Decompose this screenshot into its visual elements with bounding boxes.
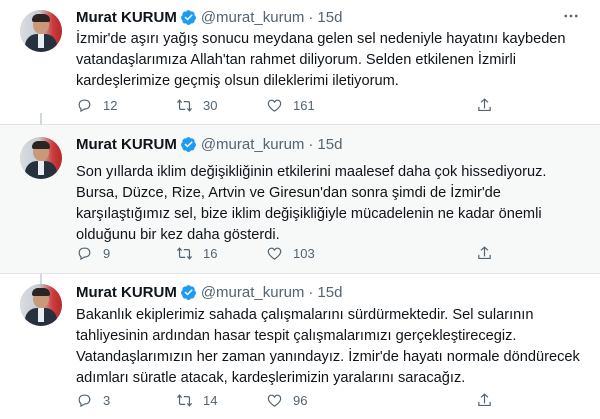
verified-badge-icon bbox=[180, 284, 197, 301]
tweet-text-line: Vatandaşlarımızın her zaman yanındayız. … bbox=[76, 349, 580, 365]
verified-badge-icon bbox=[180, 136, 197, 153]
tweet-actions: 9 16 103 bbox=[76, 244, 576, 262]
reply-button[interactable]: 12 bbox=[76, 96, 117, 114]
like-count: 161 bbox=[293, 97, 315, 113]
like-button[interactable]: 103 bbox=[266, 244, 315, 262]
reply-count: 3 bbox=[103, 392, 111, 408]
share-icon bbox=[478, 97, 491, 111]
tweet-text-line: vatandaşlarımıza Allah'tan rahmet diliyo… bbox=[76, 52, 516, 68]
tweet-thread: Murat KURUM @murat_kurum · 15d İzmir'de … bbox=[0, 0, 600, 419]
verified-badge-icon bbox=[180, 9, 197, 26]
thread-connector bbox=[40, 113, 42, 125]
tweet-text-line: olduğunu bir kez daha gösterdi. bbox=[76, 227, 280, 243]
separator-dot: · bbox=[308, 135, 314, 153]
tweet-2[interactable]: Murat KURUM @murat_kurum · 15d Son yılla… bbox=[0, 113, 600, 274]
retweet-button[interactable]: 16 bbox=[176, 244, 217, 262]
retweet-icon bbox=[176, 246, 193, 260]
author-name[interactable]: Murat KURUM bbox=[76, 9, 177, 26]
tweet-text-line: kardeşlerimize geçmiş olsun dileklerimi … bbox=[76, 73, 399, 89]
tweet-header: Murat KURUM @murat_kurum · 15d bbox=[76, 134, 342, 154]
author-handle[interactable]: @murat_kurum bbox=[201, 284, 305, 301]
tweet-timestamp[interactable]: 15d bbox=[317, 284, 342, 301]
reply-count: 9 bbox=[103, 245, 111, 261]
tweet-header: Murat KURUM @murat_kurum · 15d bbox=[76, 282, 342, 302]
retweet-count: 30 bbox=[203, 97, 218, 113]
tweet-text-line: İzmir'de aşırı yağış sonucu meydana gele… bbox=[76, 31, 566, 47]
tweet-timestamp[interactable]: 15d bbox=[317, 136, 342, 153]
tweet-actions: 3 14 96 bbox=[76, 391, 576, 409]
like-count: 96 bbox=[293, 392, 308, 408]
tweet-text-line: adımları süratle atacak, kardeşlerimizin… bbox=[76, 370, 466, 386]
thread-connector bbox=[40, 274, 42, 284]
like-button[interactable]: 161 bbox=[266, 96, 315, 114]
heart-icon bbox=[267, 247, 282, 260]
tweet-actions: 12 30 161 bbox=[76, 96, 576, 114]
heart-icon bbox=[267, 394, 282, 407]
reply-icon bbox=[78, 394, 91, 407]
author-handle[interactable]: @murat_kurum bbox=[201, 9, 305, 26]
author-name[interactable]: Murat KURUM bbox=[76, 136, 177, 153]
tweet-header: Murat KURUM @murat_kurum · 15d bbox=[76, 7, 342, 27]
tweet-text-line: karşılaştığımız sel, bize iklim değişikl… bbox=[76, 206, 542, 222]
retweet-button[interactable]: 30 bbox=[176, 96, 217, 114]
more-options-icon[interactable] bbox=[562, 7, 580, 28]
avatar[interactable] bbox=[20, 137, 62, 179]
tweet-1[interactable]: Murat KURUM @murat_kurum · 15d İzmir'de … bbox=[0, 0, 600, 124]
avatar[interactable] bbox=[20, 284, 62, 326]
tweet-text-line: Son yıllarda iklim değişikliğinin etkile… bbox=[76, 164, 547, 180]
retweet-count: 14 bbox=[203, 392, 218, 408]
tweet-timestamp[interactable]: 15d bbox=[317, 9, 342, 26]
retweet-button[interactable]: 14 bbox=[176, 391, 217, 409]
share-icon bbox=[478, 392, 491, 406]
reply-icon bbox=[78, 99, 91, 112]
tweet-text: İzmir'de aşırı yağış sonucu meydana gele… bbox=[76, 29, 576, 92]
tweet-text-line: tahliyesinin ardından hasar tespit çalış… bbox=[76, 328, 517, 344]
retweet-icon bbox=[176, 393, 193, 407]
heart-icon bbox=[267, 99, 282, 112]
share-button[interactable] bbox=[476, 96, 493, 114]
retweet-count: 16 bbox=[203, 245, 218, 261]
tweet-text-line: Bakanlık ekiplerimiz sahada çalışmaların… bbox=[76, 307, 534, 323]
author-name[interactable]: Murat KURUM bbox=[76, 284, 177, 301]
tweet-3[interactable]: Murat KURUM @murat_kurum · 15d Bakanlık … bbox=[0, 274, 600, 419]
reply-button[interactable]: 9 bbox=[76, 244, 110, 262]
like-button[interactable]: 96 bbox=[266, 391, 307, 409]
separator-dot: · bbox=[308, 283, 314, 301]
like-count: 103 bbox=[293, 245, 315, 261]
avatar[interactable] bbox=[20, 10, 62, 52]
tweet-text: Bakanlık ekiplerimiz sahada çalışmaların… bbox=[76, 305, 580, 389]
share-icon bbox=[478, 245, 491, 259]
tweet-text-line: Bursa, Düzce, Rize, Artvin ve Giresun'da… bbox=[76, 185, 501, 201]
separator-dot: · bbox=[308, 8, 314, 26]
reply-icon bbox=[78, 247, 91, 260]
retweet-icon bbox=[176, 98, 193, 112]
reply-button[interactable]: 3 bbox=[76, 391, 110, 409]
share-button[interactable] bbox=[476, 391, 493, 409]
author-handle[interactable]: @murat_kurum bbox=[201, 136, 305, 153]
reply-count: 12 bbox=[103, 97, 118, 113]
share-button[interactable] bbox=[476, 244, 493, 262]
tweet-text: Son yıllarda iklim değişikliğinin etkile… bbox=[76, 162, 576, 246]
